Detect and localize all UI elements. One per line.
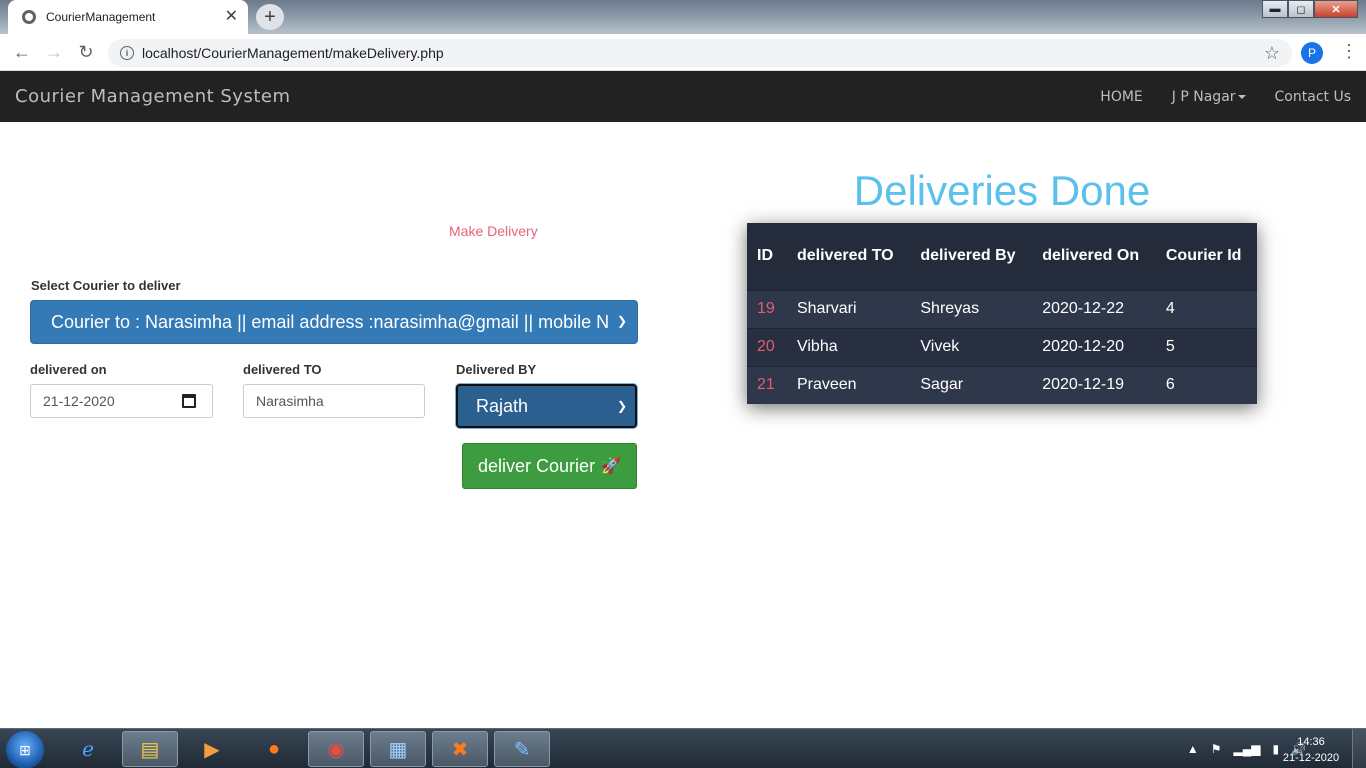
chevron-down-icon: ❯ [616, 314, 627, 328]
cell-delivered-to: Vibha [786, 327, 911, 366]
delivered-by-label: Delivered BY [456, 362, 537, 377]
browser-toolbar: ← → ↻ i localhost/CourierManagement/make… [0, 34, 1366, 71]
file-explorer-icon[interactable]: ▤ [122, 731, 178, 767]
cell-delivered-by: Sagar [910, 365, 1033, 404]
nav-contact-link[interactable]: Contact Us [1275, 89, 1351, 105]
delivered-to-value: Narasimha [256, 393, 324, 409]
action-center-flag-icon[interactable]: ⚑ [1211, 742, 1222, 756]
delivered-on-value: 21-12-2020 [43, 393, 115, 409]
delivered-by-value: Rajath [476, 395, 529, 416]
close-tab-icon[interactable]: ✕ [225, 9, 238, 25]
cell-delivered-to: Sharvari [786, 289, 911, 328]
url-text[interactable]: localhost/CourierManagement/makeDelivery… [142, 45, 1264, 61]
make-delivery-heading: Make Delivery [449, 223, 538, 239]
start-button[interactable]: ⊞ [6, 731, 44, 768]
deliveries-table: ID delivered TO delivered By delivered O… [747, 223, 1257, 404]
taskbar: ⊞ ℯ ▤ ▶ ● ◉ ▦ ✖ ✎ ▲ ⚑ ▂▄▆ ▮ 🔊 14:36 21-1… [0, 728, 1366, 768]
xampp-icon[interactable]: ✖ [432, 731, 488, 767]
address-bar[interactable]: i localhost/CourierManagement/makeDelive… [108, 39, 1292, 67]
app-navbar: Courier Management System HOME J P Nagar… [0, 71, 1366, 122]
brand-title[interactable]: Courier Management System [15, 86, 291, 107]
info-icon[interactable]: i [120, 46, 134, 60]
browser-tab[interactable]: CourierManagement ✕ [8, 0, 248, 34]
cell-courier-id: 4 [1155, 289, 1257, 328]
table-row: 21 Praveen Sagar 2020-12-19 6 [747, 365, 1257, 404]
rocket-icon: 🚀 [601, 458, 621, 475]
maximize-button[interactable]: ◻ [1288, 0, 1314, 18]
browser-titlebar: CourierManagement ✕ + ▬ ◻ ✕ [0, 0, 1366, 34]
network-signal-icon[interactable]: ▂▄▆ [1233, 742, 1260, 756]
show-hidden-icons-icon[interactable]: ▲ [1187, 742, 1199, 756]
profile-avatar[interactable]: P [1301, 42, 1323, 64]
select-courier-dropdown[interactable]: Courier to : Narasimha || email address … [30, 300, 638, 344]
reload-icon[interactable]: ↻ [70, 42, 102, 63]
table-row: 19 Sharvari Shreyas 2020-12-22 4 [747, 289, 1257, 328]
internet-explorer-icon[interactable]: ℯ [60, 731, 116, 767]
delivered-to-label: delivered TO [243, 362, 322, 377]
column-header: delivered By [910, 223, 1033, 290]
new-tab-button[interactable]: + [256, 4, 284, 30]
table-row: 20 Vibha Vivek 2020-12-20 5 [747, 327, 1257, 366]
clock-time: 14:36 [1297, 736, 1325, 748]
nav-branch-dropdown[interactable]: J P Nagar [1172, 89, 1246, 105]
back-arrow-icon[interactable]: ← [6, 42, 38, 63]
globe-icon [22, 10, 36, 24]
cell-courier-id: 6 [1155, 365, 1257, 404]
cell-id: 19 [747, 289, 787, 328]
cell-delivered-to: Praveen [786, 365, 911, 404]
select-courier-label: Select Courier to deliver [31, 278, 181, 293]
delivered-by-dropdown[interactable]: Rajath ❯ [456, 384, 637, 428]
paint-icon[interactable]: ✎ [494, 731, 550, 767]
column-header: ID [747, 223, 787, 290]
system-clock[interactable]: 14:36 21-12-2020 [1276, 734, 1346, 766]
windows-logo-icon: ⊞ [19, 741, 31, 758]
delivered-to-input[interactable]: Narasimha [243, 384, 425, 418]
firefox-icon[interactable]: ● [246, 731, 302, 767]
close-window-button[interactable]: ✕ [1314, 0, 1358, 18]
select-courier-value: Courier to : Narasimha || email address … [51, 311, 610, 332]
minimize-button[interactable]: ▬ [1262, 0, 1288, 18]
forward-arrow-icon[interactable]: → [38, 42, 70, 63]
cell-delivered-on: 2020-12-20 [1032, 327, 1156, 366]
calendar-icon[interactable] [182, 394, 196, 408]
chrome-icon[interactable]: ◉ [308, 731, 364, 767]
bookmark-star-icon[interactable]: ☆ [1264, 43, 1280, 64]
window-controls: ▬ ◻ ✕ [1262, 0, 1358, 18]
deliver-courier-label: deliver Courier [478, 455, 596, 476]
cell-delivered-on: 2020-12-19 [1032, 365, 1156, 404]
delivered-on-date-input[interactable]: 21-12-2020 [30, 384, 213, 418]
browser-menu-icon[interactable]: ⋮ [1340, 42, 1358, 60]
table-header-row: ID delivered TO delivered By delivered O… [747, 223, 1257, 290]
cell-id: 20 [747, 327, 787, 366]
cell-delivered-on: 2020-12-22 [1032, 289, 1156, 328]
deliveries-title: Deliveries Done [853, 167, 1151, 214]
cell-courier-id: 5 [1155, 327, 1257, 366]
caret-down-icon [1237, 94, 1246, 99]
control-panel-icon[interactable]: ▦ [370, 731, 426, 767]
show-desktop-button[interactable] [1352, 729, 1366, 768]
chevron-down-icon: ❯ [616, 399, 627, 413]
nav-branch-label: J P Nagar [1171, 88, 1236, 105]
cell-id: 21 [747, 365, 787, 404]
tab-title: CourierManagement [46, 10, 156, 24]
nav-links: HOME J P Nagar Contact Us [1071, 71, 1351, 122]
cell-delivered-by: Vivek [910, 327, 1033, 366]
media-player-icon[interactable]: ▶ [184, 731, 240, 767]
column-header: delivered On [1032, 223, 1156, 290]
clock-date: 21-12-2020 [1282, 752, 1340, 764]
deliver-courier-button[interactable]: deliver Courier 🚀 [462, 443, 637, 489]
cell-delivered-by: Shreyas [910, 289, 1033, 328]
column-header: Courier Id [1155, 223, 1257, 290]
delivered-on-label: delivered on [30, 362, 107, 377]
column-header: delivered TO [786, 223, 911, 290]
nav-home-link[interactable]: HOME [1100, 89, 1142, 105]
